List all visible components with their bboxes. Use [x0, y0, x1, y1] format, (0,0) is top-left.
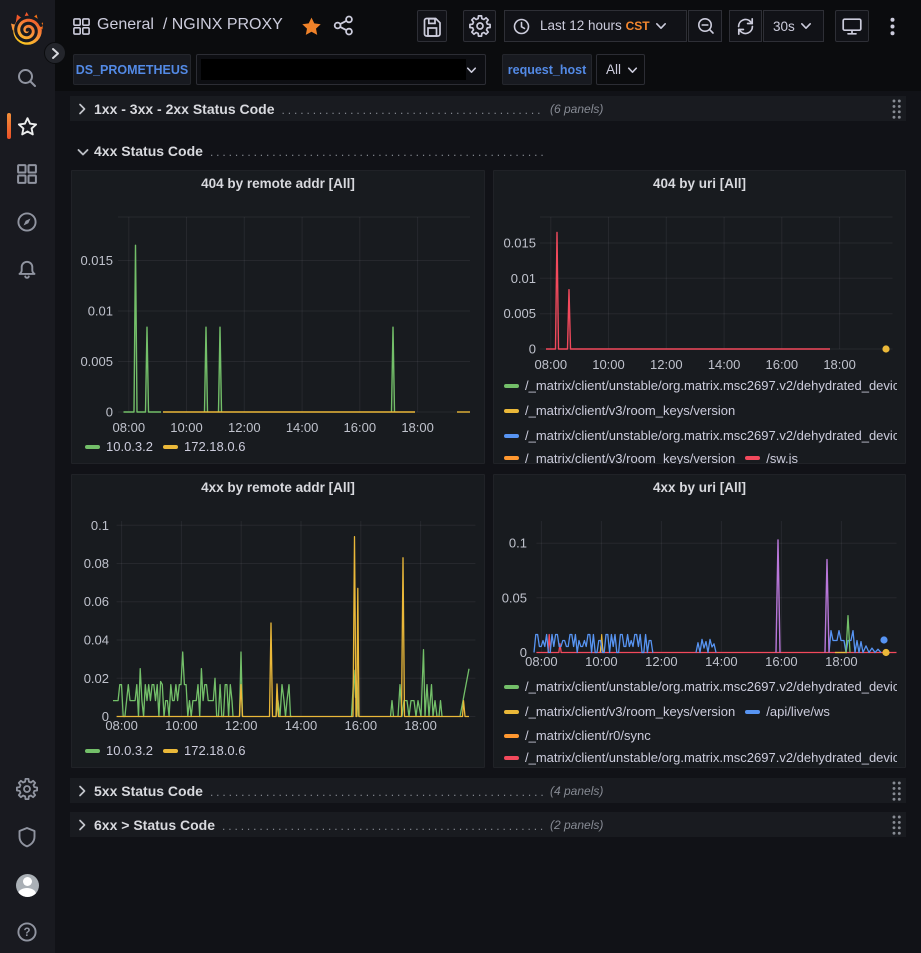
svg-text:0.1: 0.1	[91, 518, 109, 533]
svg-text:10:00: 10:00	[165, 718, 198, 733]
svg-text:0.005: 0.005	[80, 354, 113, 369]
svg-text:10:00: 10:00	[585, 654, 618, 669]
svg-text:08:00: 08:00	[113, 420, 146, 435]
svg-text:0.015: 0.015	[80, 253, 113, 268]
svg-text:16:00: 16:00	[765, 654, 798, 669]
svg-text:14:00: 14:00	[286, 420, 319, 435]
svg-text:18:00: 18:00	[823, 357, 856, 372]
svg-text:12:00: 12:00	[645, 654, 678, 669]
svg-text:14:00: 14:00	[285, 718, 318, 733]
svg-text:16:00: 16:00	[344, 420, 377, 435]
svg-text:10:00: 10:00	[592, 357, 625, 372]
svg-text:0.005: 0.005	[503, 306, 536, 321]
svg-text:14:00: 14:00	[705, 654, 738, 669]
svg-text:0.02: 0.02	[84, 671, 109, 686]
svg-text:14:00: 14:00	[708, 357, 741, 372]
svg-text:0.1: 0.1	[509, 536, 527, 551]
svg-text:08:00: 08:00	[105, 718, 138, 733]
svg-text:18:00: 18:00	[404, 718, 437, 733]
svg-text:16:00: 16:00	[766, 357, 799, 372]
svg-text:18:00: 18:00	[825, 654, 858, 669]
svg-text:16:00: 16:00	[345, 718, 378, 733]
svg-text:10:00: 10:00	[170, 420, 203, 435]
svg-text:0.05: 0.05	[502, 590, 527, 605]
svg-text:?: ?	[23, 927, 30, 939]
svg-text:0.01: 0.01	[88, 304, 113, 319]
svg-text:0.08: 0.08	[84, 556, 109, 571]
svg-text:08:00: 08:00	[525, 654, 558, 669]
svg-text:08:00: 08:00	[535, 357, 568, 372]
svg-text:0: 0	[529, 342, 536, 357]
svg-text:12:00: 12:00	[650, 357, 683, 372]
svg-text:12:00: 12:00	[225, 718, 258, 733]
svg-text:12:00: 12:00	[228, 420, 261, 435]
svg-text:0.01: 0.01	[511, 271, 536, 286]
svg-text:0.04: 0.04	[84, 633, 109, 648]
svg-text:0.015: 0.015	[503, 236, 536, 251]
svg-text:18:00: 18:00	[401, 420, 434, 435]
svg-text:0.06: 0.06	[84, 594, 109, 609]
svg-text:0: 0	[106, 405, 113, 420]
